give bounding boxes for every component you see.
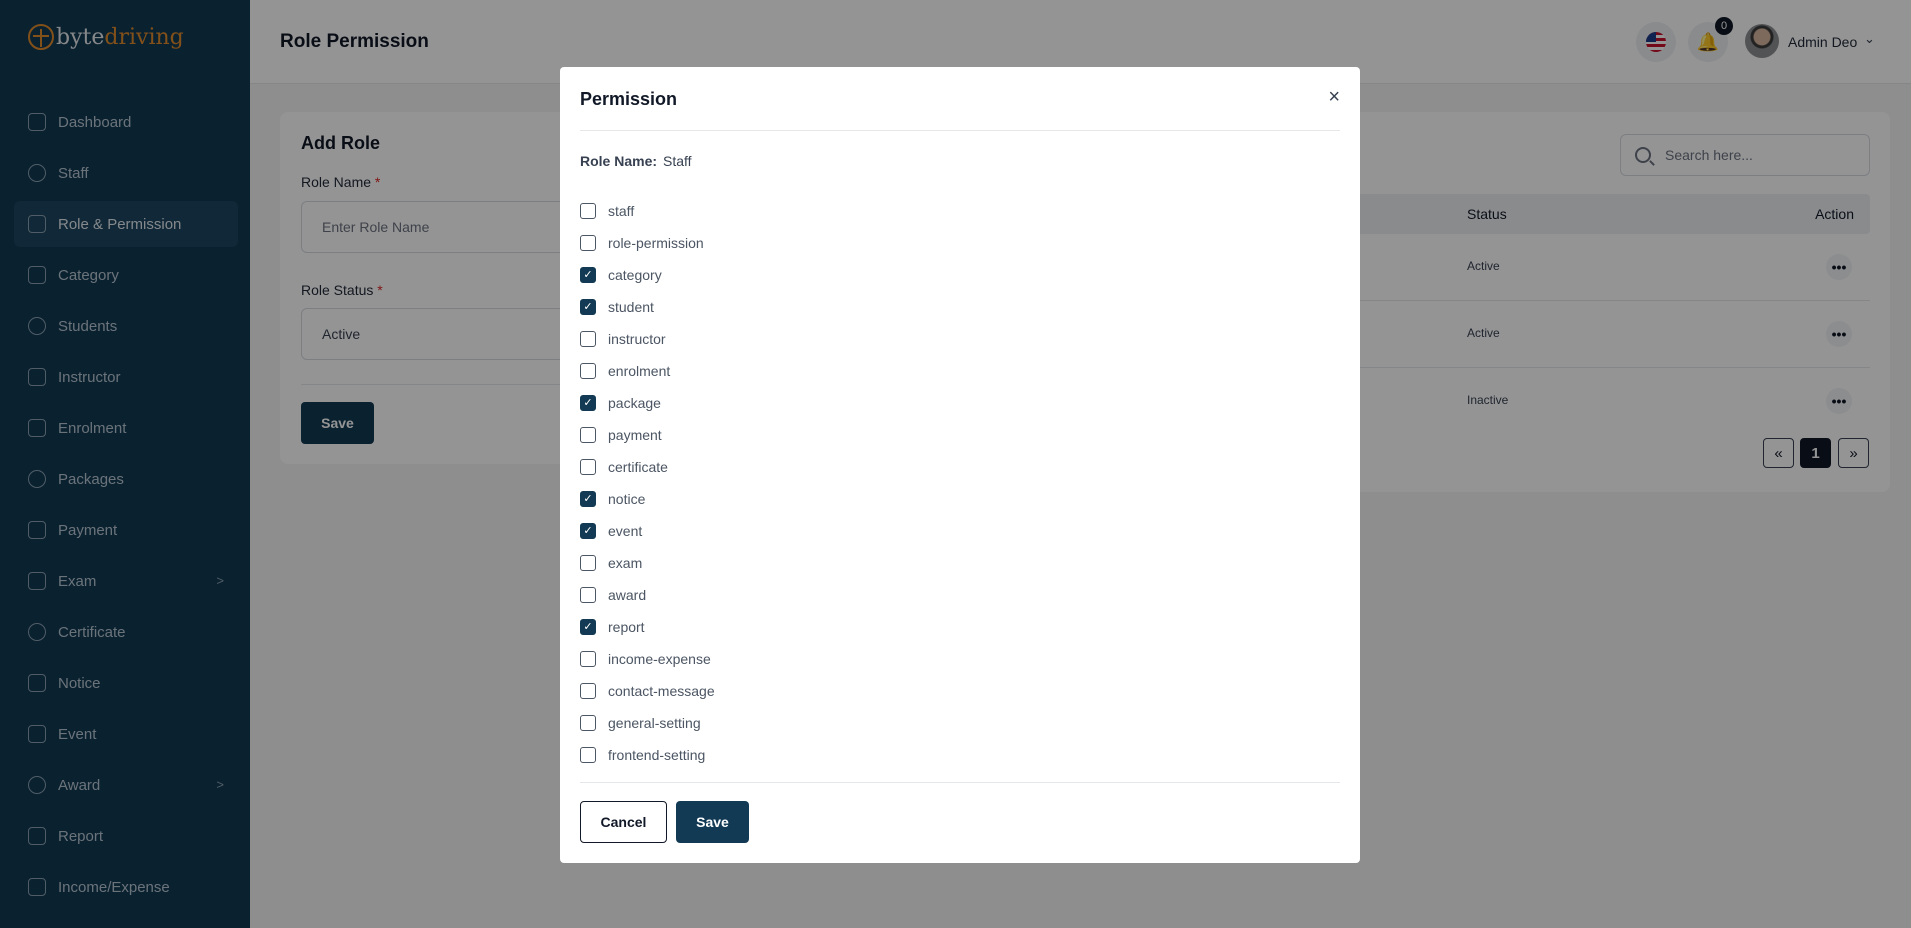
permission-item-report: ✓ report: [580, 611, 715, 643]
close-icon[interactable]: ×: [1328, 87, 1340, 107]
permission-item-package: ✓ package: [580, 387, 715, 419]
permission-item-frontend-setting: frontend-setting: [580, 739, 715, 771]
permission-checkbox[interactable]: ✓: [580, 619, 596, 635]
permission-item-role-permission: role-permission: [580, 227, 715, 259]
permission-checkbox[interactable]: ✓: [580, 299, 596, 315]
permission-label: certificate: [608, 459, 668, 475]
permission-label: event: [608, 523, 643, 539]
divider: [580, 782, 1340, 783]
permission-checkbox[interactable]: [580, 683, 596, 699]
permission-label: payment: [608, 427, 662, 443]
permission-label: contact-message: [608, 683, 715, 699]
permission-label: exam: [608, 555, 643, 571]
permission-label: notice: [608, 491, 646, 507]
permission-item-instructor: instructor: [580, 323, 715, 355]
divider: [580, 130, 1340, 131]
modal-role-name: Role Name: Staff: [580, 153, 692, 169]
permission-label: enrolment: [608, 363, 671, 379]
permission-label: report: [608, 619, 645, 635]
permission-item-enrolment: enrolment: [580, 355, 715, 387]
permission-checkbox[interactable]: [580, 651, 596, 667]
permission-checkbox[interactable]: [580, 235, 596, 251]
permission-checkbox[interactable]: [580, 715, 596, 731]
permission-label: general-setting: [608, 715, 701, 731]
permission-item-event: ✓ event: [580, 515, 715, 547]
permission-label: package: [608, 395, 661, 411]
cancel-button[interactable]: Cancel: [580, 801, 667, 843]
permission-label: staff: [608, 203, 635, 219]
permission-label: frontend-setting: [608, 747, 706, 763]
permission-label: category: [608, 267, 662, 283]
permission-list: staff role-permission ✓ category ✓ student ins…: [580, 195, 715, 771]
save-button[interactable]: Save: [676, 801, 749, 843]
permission-item-staff: staff: [580, 195, 715, 227]
permission-checkbox[interactable]: [580, 331, 596, 347]
permission-item-payment: payment: [580, 419, 715, 451]
permission-item-income-expense: income-expense: [580, 643, 715, 675]
permission-checkbox[interactable]: ✓: [580, 267, 596, 283]
permission-label: award: [608, 587, 647, 603]
permission-item-category: ✓ category: [580, 259, 715, 291]
permission-checkbox[interactable]: [580, 587, 596, 603]
permission-checkbox[interactable]: [580, 459, 596, 475]
role-name-value: Staff: [663, 153, 692, 169]
permission-checkbox[interactable]: ✓: [580, 523, 596, 539]
modal-title: Permission: [580, 89, 678, 109]
permission-label: role-permission: [608, 235, 704, 251]
permission-checkbox[interactable]: [580, 747, 596, 763]
permission-modal: Permission × Role Name: Staff staff role-p…: [560, 67, 1360, 863]
permission-label: income-expense: [608, 651, 711, 667]
permission-checkbox[interactable]: [580, 363, 596, 379]
permission-checkbox[interactable]: [580, 555, 596, 571]
permission-item-certificate: certificate: [580, 451, 715, 483]
permission-item-contact-message: contact-message: [580, 675, 715, 707]
permission-item-award: award: [580, 579, 715, 611]
permission-checkbox[interactable]: [580, 427, 596, 443]
permission-checkbox[interactable]: ✓: [580, 491, 596, 507]
permission-label: instructor: [608, 331, 666, 347]
permission-item-notice: ✓ notice: [580, 483, 715, 515]
permission-checkbox[interactable]: [580, 203, 596, 219]
role-name-key: Role Name:: [580, 153, 658, 169]
permission-label: student: [608, 299, 654, 315]
permission-item-exam: exam: [580, 547, 715, 579]
permission-checkbox[interactable]: ✓: [580, 395, 596, 411]
permission-item-general-setting: general-setting: [580, 707, 715, 739]
permission-item-student: ✓ student: [580, 291, 715, 323]
